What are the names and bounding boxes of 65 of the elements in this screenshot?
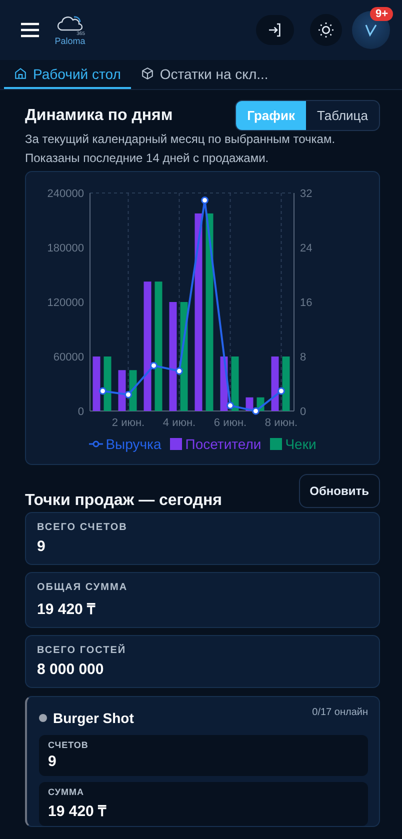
point xyxy=(124,390,132,398)
chart-bar xyxy=(118,370,126,411)
logo-text: Paloma xyxy=(54,37,86,46)
stat-value: 9 xyxy=(37,538,46,555)
legend-item: Чеки xyxy=(270,436,316,452)
login-icon xyxy=(267,22,283,38)
online-count: 0/17 онлайн xyxy=(312,707,368,718)
section-title: Точки продаж — сегодня xyxy=(25,492,222,510)
axis-label: 4 июн. xyxy=(162,417,196,429)
chart-bar xyxy=(104,356,112,411)
sun-icon xyxy=(317,21,335,39)
line-legend-icon xyxy=(88,440,103,448)
point xyxy=(201,196,208,204)
axis-label: 32 xyxy=(300,188,312,200)
refresh-button[interactable]: Обновить xyxy=(298,474,380,508)
axis-label: 240000 xyxy=(47,188,84,200)
metric-label: СЧЕТОВ xyxy=(48,740,90,750)
status-dot xyxy=(39,714,47,722)
view-toggle-option[interactable]: Таблица xyxy=(306,101,379,130)
stat-label: ВСЕГО СЧЕТОВ xyxy=(37,522,128,533)
box-icon xyxy=(140,67,154,80)
legend-swatch-icon xyxy=(170,438,182,450)
chart-bar xyxy=(92,356,100,411)
chart-bar xyxy=(231,356,239,411)
metric-value: 9 xyxy=(48,753,58,770)
metric-label: СУММА xyxy=(48,787,85,797)
axis-label: 24 xyxy=(300,242,312,254)
axis-label: 60000 xyxy=(53,352,84,364)
cloud-logo-icon xyxy=(57,14,83,32)
chart-bar xyxy=(282,356,290,411)
login-button[interactable] xyxy=(256,15,294,45)
axis-label: 0 xyxy=(300,406,306,418)
axis-label: 0 xyxy=(78,406,84,418)
point xyxy=(278,387,285,395)
point xyxy=(226,402,234,410)
axis-label: 16 xyxy=(300,297,312,309)
legend-swatch-icon xyxy=(270,438,282,450)
axis-label: 8 xyxy=(300,352,306,364)
menu-icon xyxy=(20,22,40,38)
section-subtitle: За текущий календарный месяц по выбранным точкам. Показаны последние 14 дней с продажами. xyxy=(25,131,336,167)
axis-label: 120000 xyxy=(47,297,84,309)
stat-label: ОБЩАЯ СУММА xyxy=(37,582,129,593)
stat-value: 8 000 000 xyxy=(37,661,105,678)
axis-label: 8 июн. xyxy=(264,417,298,429)
chart-bar xyxy=(271,356,279,411)
stat-label: ВСЕГО ГОСТЕЙ xyxy=(37,645,128,656)
point xyxy=(252,407,260,415)
tab[interactable]: Рабочий стол xyxy=(4,60,131,89)
axis-label: 180000 xyxy=(47,242,84,254)
axis-label: 6 июн. xyxy=(214,417,247,429)
stat-value: 19 420 ₸ xyxy=(37,600,96,618)
section-title: Динамика по дням xyxy=(25,106,173,124)
point xyxy=(99,387,106,395)
metric-value: 19 420 ₸ xyxy=(48,802,108,820)
legend-item: Выручка xyxy=(88,436,162,452)
point xyxy=(150,362,158,370)
tab[interactable]: Остатки на скл... xyxy=(130,60,278,89)
outlet-name: Burger Shot xyxy=(53,710,134,726)
logo-icon xyxy=(363,22,379,38)
theme-toggle-button[interactable] xyxy=(310,14,342,46)
notification-badge: 9+ xyxy=(370,7,393,21)
point xyxy=(176,367,183,375)
legend-item: Посетители xyxy=(170,436,262,452)
axis-label: 2 июн. xyxy=(112,417,145,429)
home-icon xyxy=(14,67,27,80)
